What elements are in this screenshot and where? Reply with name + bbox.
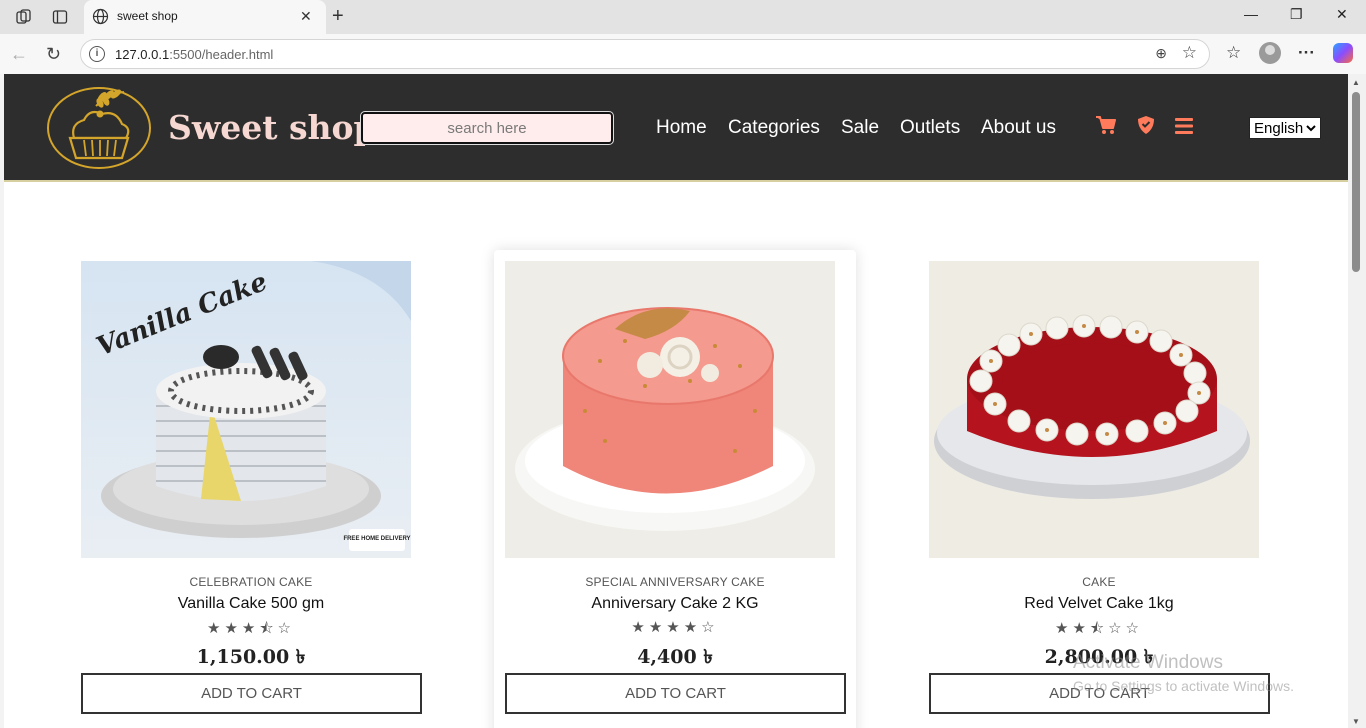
tab-actions-icon[interactable] — [50, 7, 70, 27]
search-input[interactable] — [360, 111, 614, 145]
new-tab-button[interactable]: + — [332, 5, 344, 28]
product-image-vanilla-cake[interactable]: Vanilla Cake FREE HOME DELIVERY — [81, 261, 411, 558]
favorite-star-icon[interactable]: ☆ — [1182, 43, 1197, 63]
activate-windows-watermark: Activate Windows Go to Settings to activ… — [1073, 652, 1294, 694]
product-image-red-velvet-cake[interactable] — [929, 261, 1259, 558]
page-viewport: Sweet shop Home Categories Sale Outlets … — [4, 74, 1348, 728]
favorites-icon[interactable]: ☆ — [1226, 43, 1241, 63]
info-icon[interactable]: i — [89, 46, 105, 62]
minimize-icon[interactable]: — — [1244, 6, 1258, 22]
nav-categories[interactable]: Categories — [728, 117, 820, 139]
scrollbar-thumb[interactable] — [1352, 92, 1360, 272]
nav-sale[interactable]: Sale — [841, 117, 879, 139]
product-name[interactable]: Red Velvet Cake 1kg — [918, 595, 1280, 613]
product-card: Vanilla Cake FREE HOME DELIVERY CELEBRAT… — [70, 250, 432, 728]
more-icon[interactable]: ··· — [1298, 43, 1315, 63]
product-card: SPECIAL ANNIVERSARY CAKE Anniversary Cak… — [494, 250, 856, 728]
product-name[interactable]: Vanilla Cake 500 gm — [70, 595, 432, 613]
profile-icon[interactable] — [1259, 42, 1281, 64]
add-to-cart-button[interactable]: ADD TO CART — [81, 673, 422, 714]
hamburger-menu-icon[interactable] — [1175, 118, 1193, 139]
chevron-down-icon — [1306, 125, 1316, 132]
zoom-icon[interactable]: ⊕ — [1155, 45, 1167, 62]
product-price: 4,400 ৳ — [637, 646, 713, 668]
refresh-icon[interactable]: ↻ — [46, 44, 61, 65]
rating-stars: ★★★★☆ — [631, 619, 719, 636]
product-category: CAKE — [1082, 575, 1116, 589]
nav-about-us[interactable]: About us — [981, 117, 1056, 139]
shield-icon[interactable] — [1137, 115, 1155, 140]
product-category: CELEBRATION CAKE — [189, 575, 313, 589]
tab-title: sweet shop — [117, 9, 178, 23]
product-category: SPECIAL ANNIVERSARY CAKE — [585, 575, 765, 589]
language-value: English — [1254, 119, 1304, 137]
scroll-up-icon[interactable]: ▲ — [1352, 78, 1360, 87]
workspaces-icon[interactable] — [14, 7, 34, 27]
vertical-scrollbar[interactable]: ▲ ▼ — [1348, 74, 1366, 728]
nav-home[interactable]: Home — [656, 117, 707, 139]
rating-stars: ★★★⯪☆ — [207, 620, 295, 637]
address-bar-row: ← ↻ i 127.0.0.1:5500/header.html ⊕ ☆ ☆ ·… — [0, 34, 1366, 74]
product-name[interactable]: Anniversary Cake 2 KG — [494, 595, 856, 613]
brand-title[interactable]: Sweet shop — [168, 108, 377, 147]
address-bar[interactable]: i 127.0.0.1:5500/header.html ⊕ ☆ — [80, 39, 1210, 69]
watermark-title: Activate Windows — [1073, 652, 1223, 673]
cupcake-logo-icon — [47, 87, 151, 169]
nav-outlets[interactable]: Outlets — [900, 117, 960, 139]
close-window-icon[interactable]: ✕ — [1336, 6, 1348, 23]
product-price: 1,150.00 ৳ — [196, 646, 306, 668]
watermark-subtitle: Go to Settings to activate Windows. — [1073, 678, 1294, 694]
copilot-icon[interactable] — [1333, 43, 1353, 63]
globe-icon — [92, 8, 109, 30]
cart-icon[interactable] — [1095, 115, 1117, 140]
browser-tab-bar: sweet shop ✕ + — ❐ ✕ — [0, 0, 1366, 34]
back-icon[interactable]: ← — [10, 44, 28, 65]
delivery-badge: FREE HOME DELIVERY — [343, 536, 410, 542]
add-to-cart-button[interactable]: ADD TO CART — [505, 673, 846, 714]
restore-icon[interactable]: ❐ — [1290, 6, 1303, 23]
active-tab[interactable]: sweet shop ✕ — [84, 0, 326, 34]
language-select[interactable]: English — [1249, 117, 1321, 139]
site-header: Sweet shop Home Categories Sale Outlets … — [4, 74, 1348, 182]
rating-stars: ★★⯪☆☆ — [1055, 620, 1143, 637]
url-text[interactable]: 127.0.0.1:5500/header.html — [115, 47, 273, 62]
product-image-anniversary-cake[interactable] — [505, 261, 835, 558]
scroll-down-icon[interactable]: ▼ — [1352, 717, 1360, 726]
close-icon[interactable]: ✕ — [300, 8, 312, 25]
